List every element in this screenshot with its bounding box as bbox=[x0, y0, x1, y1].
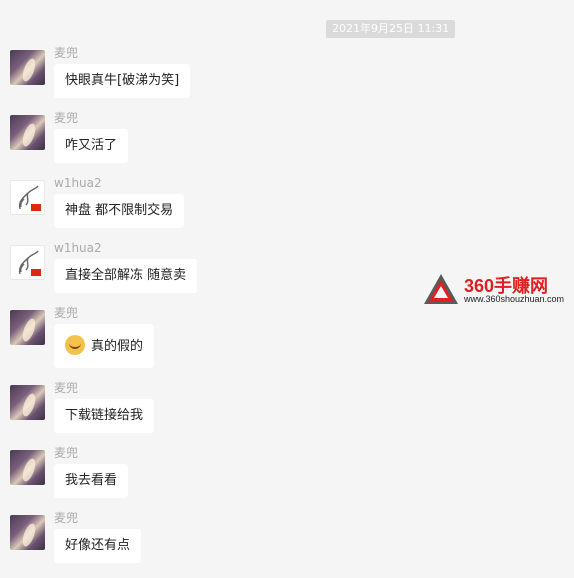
message-bubble[interactable]: 真的假的 bbox=[54, 324, 155, 368]
flag-icon bbox=[31, 269, 41, 276]
watermark-logo-icon bbox=[424, 274, 458, 304]
avatar[interactable] bbox=[10, 50, 45, 85]
sender-name: 麦兜 bbox=[54, 46, 79, 60]
message-bubble[interactable]: 好像还有点 bbox=[54, 529, 142, 563]
sender-name: 麦兜 bbox=[54, 446, 79, 460]
tears-of-joy-emoji-icon bbox=[65, 335, 85, 355]
message-bubble[interactable]: 直接全部解冻 随意卖 bbox=[54, 259, 198, 293]
message-bubble[interactable]: 下载链接给我 bbox=[54, 399, 155, 433]
sender-name: 麦兜 bbox=[54, 511, 79, 525]
avatar[interactable] bbox=[10, 115, 45, 150]
sender-name: w1hua2 bbox=[54, 241, 102, 255]
avatar[interactable] bbox=[10, 515, 45, 550]
message-bubble[interactable]: 快眼真牛[破涕为笑] bbox=[54, 64, 191, 98]
message-bubble[interactable]: 神盘 都不限制交易 bbox=[54, 194, 185, 228]
avatar[interactable] bbox=[10, 180, 45, 215]
watermark-url: www.360shouzhuan.com bbox=[464, 294, 565, 304]
sender-name: w1hua2 bbox=[54, 176, 102, 190]
flag-icon bbox=[31, 204, 41, 211]
message-bubble[interactable]: 咋又活了 bbox=[54, 129, 129, 163]
sender-name: 麦兜 bbox=[54, 111, 79, 125]
message-timestamp: 2021年9月25日 11:31 bbox=[326, 20, 456, 38]
message-text: 真的假的 bbox=[91, 339, 144, 354]
avatar[interactable] bbox=[10, 385, 45, 420]
avatar[interactable] bbox=[10, 245, 45, 280]
sender-name: 麦兜 bbox=[54, 306, 79, 320]
message-bubble[interactable]: 我去看看 bbox=[54, 464, 129, 498]
avatar[interactable] bbox=[10, 310, 45, 345]
chat-window: 2021年9月25日 11:31 麦兜 快眼真牛[破涕为笑] 麦兜 咋又活了 w… bbox=[0, 0, 574, 578]
watermark: 360手赚网 www.360shouzhuan.com bbox=[422, 272, 572, 308]
avatar[interactable] bbox=[10, 450, 45, 485]
sender-name: 麦兜 bbox=[54, 381, 79, 395]
